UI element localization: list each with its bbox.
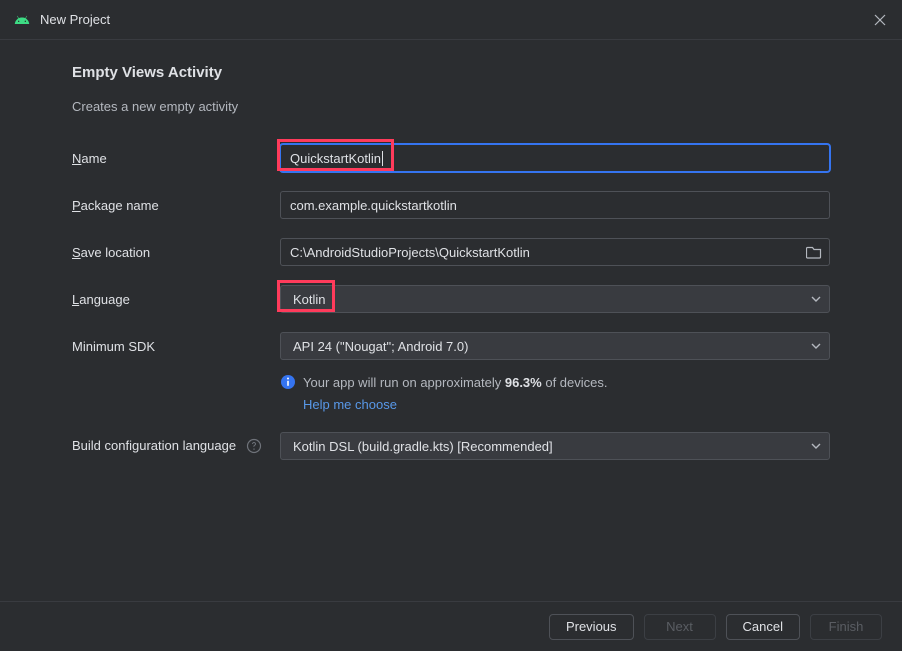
label-package: Package name [72, 198, 280, 213]
label-name: Name [72, 151, 280, 166]
chevron-down-icon [811, 441, 821, 451]
name-input[interactable]: QuickstartKotlin [280, 144, 830, 172]
chevron-down-icon [811, 341, 821, 351]
finish-button: Finish [810, 614, 882, 640]
info-row: Your app will run on approximately 96.3%… [280, 373, 830, 414]
close-icon[interactable] [872, 12, 888, 28]
row-package: Package name [72, 191, 830, 219]
row-location: Save location [72, 238, 830, 266]
button-bar: Previous Next Cancel Finish [0, 601, 902, 651]
label-buildconfig: Build configuration language [72, 438, 280, 455]
dialog-content: Empty Views Activity Creates a new empty… [0, 40, 902, 460]
chevron-down-icon [811, 294, 821, 304]
row-name: Name QuickstartKotlin [72, 144, 830, 172]
previous-button[interactable]: Previous [549, 614, 634, 640]
minsdk-select[interactable]: API 24 ("Nougat"; Android 7.0) [280, 332, 830, 360]
label-minsdk: Minimum SDK [72, 339, 280, 354]
label-location: Save location [72, 245, 280, 260]
help-me-choose-link[interactable]: Help me choose [303, 395, 608, 415]
help-icon[interactable] [246, 438, 262, 454]
label-language: Language [72, 292, 280, 307]
info-text: Your app will run on approximately 96.3%… [303, 373, 608, 414]
folder-icon[interactable] [806, 245, 822, 259]
cancel-button[interactable]: Cancel [726, 614, 800, 640]
page-title: Empty Views Activity [72, 64, 830, 81]
row-buildconfig: Build configuration language Kotlin DSL … [72, 432, 830, 460]
info-icon [280, 374, 296, 390]
android-icon [14, 12, 30, 28]
titlebar: New Project [0, 0, 902, 40]
page-subtitle: Creates a new empty activity [72, 99, 830, 114]
row-language: Language Kotlin [72, 285, 830, 313]
buildconfig-select[interactable]: Kotlin DSL (build.gradle.kts) [Recommend… [280, 432, 830, 460]
row-minsdk: Minimum SDK API 24 ("Nougat"; Android 7.… [72, 332, 830, 360]
window-title: New Project [40, 12, 872, 27]
package-input[interactable] [280, 191, 830, 219]
next-button: Next [644, 614, 716, 640]
language-select[interactable]: Kotlin [280, 285, 830, 313]
location-input[interactable] [280, 238, 830, 266]
